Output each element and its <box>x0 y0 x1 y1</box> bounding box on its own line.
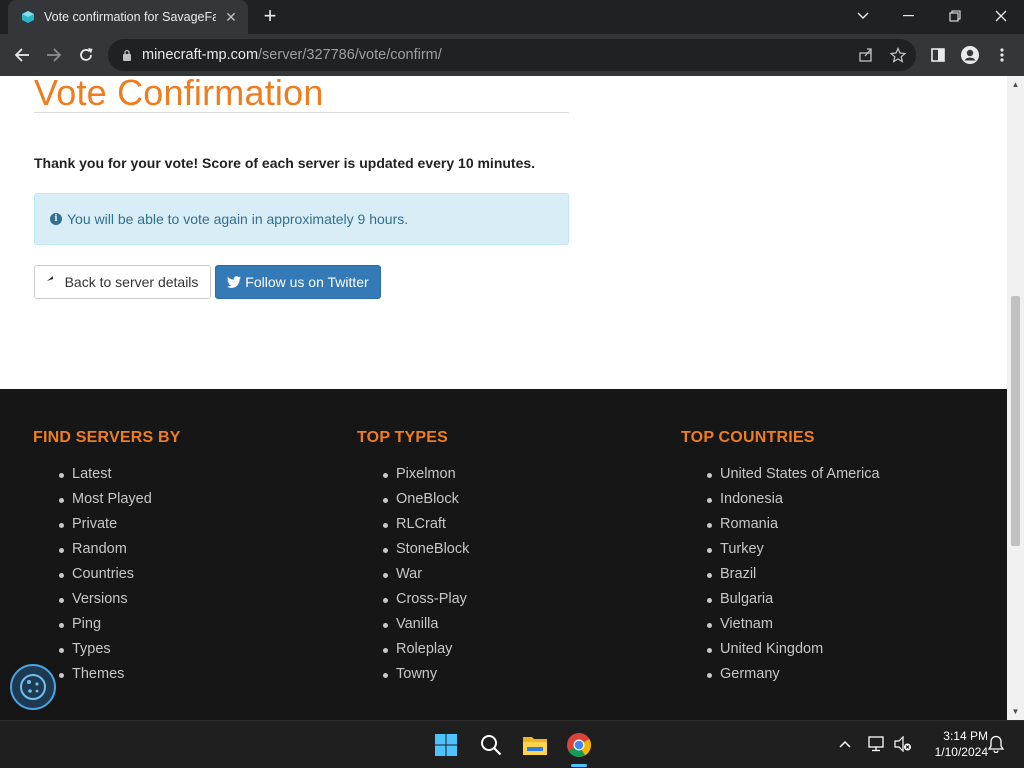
url-text[interactable]: minecraft-mp.com/server/327786/vote/conf… <box>142 47 442 63</box>
windows-taskbar: 3:14 PM 1/10/2024 <box>0 720 1024 768</box>
reload-icon[interactable] <box>74 43 98 67</box>
clock-date: 1/10/2024 <box>934 745 988 759</box>
back-to-server-button[interactable]: Back to server details <box>34 265 211 299</box>
page-title: Vote Confirmation <box>34 76 324 113</box>
footer-link[interactable]: Towny <box>357 662 469 687</box>
volume-muted-icon[interactable] <box>892 733 914 755</box>
tab-search-chevron-icon[interactable] <box>840 0 886 32</box>
new-tab-button[interactable]: + <box>258 5 282 29</box>
clock-time: 3:14 PM <box>943 729 988 743</box>
cube-favicon-icon <box>20 9 36 25</box>
footer-heading: TOP TYPES <box>357 429 449 446</box>
page-scrollbar[interactable]: ▲ ▼ <box>1007 76 1024 720</box>
scroll-up-arrow-icon[interactable]: ▲ <box>1007 76 1024 93</box>
site-footer: FIND SERVERS BY Latest Most Played Priva… <box>0 389 1007 720</box>
footer-link[interactable]: Indonesia <box>681 487 880 512</box>
browser-toolbar: minecraft-mp.com/server/327786/vote/conf… <box>0 34 1024 76</box>
footer-link[interactable]: Countries <box>33 562 181 587</box>
close-window-button[interactable] <box>978 0 1024 32</box>
footer-link[interactable]: Germany <box>681 662 880 687</box>
footer-link-list: United States of America Indonesia Roman… <box>681 462 880 687</box>
more-menu-icon[interactable] <box>990 43 1014 67</box>
forward-arrow-icon[interactable] <box>42 43 66 67</box>
twitter-bird-icon <box>227 276 242 288</box>
footer-link[interactable]: Bulgaria <box>681 587 880 612</box>
tab-close-icon[interactable]: ✕ <box>222 9 240 26</box>
scroll-down-arrow-icon[interactable]: ▼ <box>1007 703 1024 720</box>
footer-link[interactable]: StoneBlock <box>357 537 469 562</box>
footer-link[interactable]: Romania <box>681 512 880 537</box>
footer-link[interactable]: Cross-Play <box>357 587 469 612</box>
twitter-button-label: Follow us on Twitter <box>245 274 369 290</box>
footer-link[interactable]: United Kingdom <box>681 637 880 662</box>
footer-link[interactable]: Versions <box>33 587 181 612</box>
network-icon[interactable] <box>866 733 888 755</box>
tab-strip: Vote confirmation for SavageFact ✕ + <box>0 0 1024 34</box>
bookmark-star-icon[interactable] <box>890 47 906 63</box>
show-hidden-icons-chevron-icon[interactable] <box>834 733 856 755</box>
footer-link[interactable]: RLCraft <box>357 512 469 537</box>
url-host: minecraft-mp.com <box>142 47 259 63</box>
footer-column-top-types: TOP TYPES Pixelmon OneBlock RLCraft Ston… <box>357 429 469 687</box>
browser-tab[interactable]: Vote confirmation for SavageFact ✕ <box>8 0 248 34</box>
scrollbar-thumb[interactable] <box>1011 296 1020 546</box>
side-panel-icon[interactable] <box>926 43 950 67</box>
footer-link[interactable]: War <box>357 562 469 587</box>
cookie-settings-button[interactable] <box>10 664 56 710</box>
system-clock[interactable]: 3:14 PM 1/10/2024 <box>918 728 988 760</box>
footer-link[interactable]: Vietnam <box>681 612 880 637</box>
notification-bell-icon[interactable] <box>985 733 1007 755</box>
active-app-indicator <box>571 764 587 767</box>
footer-link[interactable]: Brazil <box>681 562 880 587</box>
footer-link[interactable]: Most Played <box>33 487 181 512</box>
file-explorer-icon[interactable] <box>519 729 551 761</box>
url-path: /server/327786/vote/confirm/ <box>258 47 442 63</box>
title-divider <box>34 112 569 113</box>
info-circle-icon: i <box>50 213 62 225</box>
back-button-label: Back to server details <box>64 274 199 290</box>
minimize-button[interactable] <box>886 0 932 32</box>
thank-you-message: Thank you for your vote! Score of each s… <box>34 155 536 171</box>
windows-start-icon[interactable] <box>430 729 462 761</box>
footer-heading: TOP COUNTRIES <box>681 429 815 446</box>
footer-link[interactable]: United States of America <box>681 462 880 487</box>
footer-link[interactable]: Random <box>33 537 181 562</box>
lock-icon[interactable] <box>120 48 134 62</box>
address-bar[interactable]: minecraft-mp.com/server/327786/vote/conf… <box>108 39 916 71</box>
profile-avatar-icon[interactable] <box>958 43 982 67</box>
back-arrow-icon[interactable] <box>10 43 34 67</box>
follow-twitter-button[interactable]: Follow us on Twitter <box>215 265 381 299</box>
share-icon[interactable] <box>858 47 874 63</box>
footer-link[interactable]: OneBlock <box>357 487 469 512</box>
cookie-icon <box>20 674 46 700</box>
alert-text: You will be able to vote again in approx… <box>67 211 409 227</box>
footer-heading: FIND SERVERS BY <box>33 429 181 446</box>
footer-link[interactable]: Latest <box>33 462 181 487</box>
footer-link-list: Latest Most Played Private Random Countr… <box>33 462 181 687</box>
footer-link[interactable]: Ping <box>33 612 181 637</box>
reply-arrow-icon <box>46 276 61 288</box>
footer-link[interactable]: Private <box>33 512 181 537</box>
page-viewport: Vote Confirmation Thank you for your vot… <box>0 76 1024 720</box>
footer-link[interactable]: Roleplay <box>357 637 469 662</box>
footer-link[interactable]: Pixelmon <box>357 462 469 487</box>
restore-button[interactable] <box>932 0 978 32</box>
footer-link[interactable]: Types <box>33 637 181 662</box>
search-icon[interactable] <box>475 729 507 761</box>
footer-column-top-countries: TOP COUNTRIES United States of America I… <box>681 429 880 687</box>
footer-link[interactable]: Turkey <box>681 537 880 562</box>
footer-link-list: Pixelmon OneBlock RLCraft StoneBlock War… <box>357 462 469 687</box>
tab-title: Vote confirmation for SavageFact <box>44 10 216 24</box>
chrome-icon[interactable] <box>563 729 595 761</box>
footer-link[interactable]: Vanilla <box>357 612 469 637</box>
info-alert: i You will be able to vote again in appr… <box>34 193 569 245</box>
footer-column-find-servers: FIND SERVERS BY Latest Most Played Priva… <box>33 429 181 687</box>
